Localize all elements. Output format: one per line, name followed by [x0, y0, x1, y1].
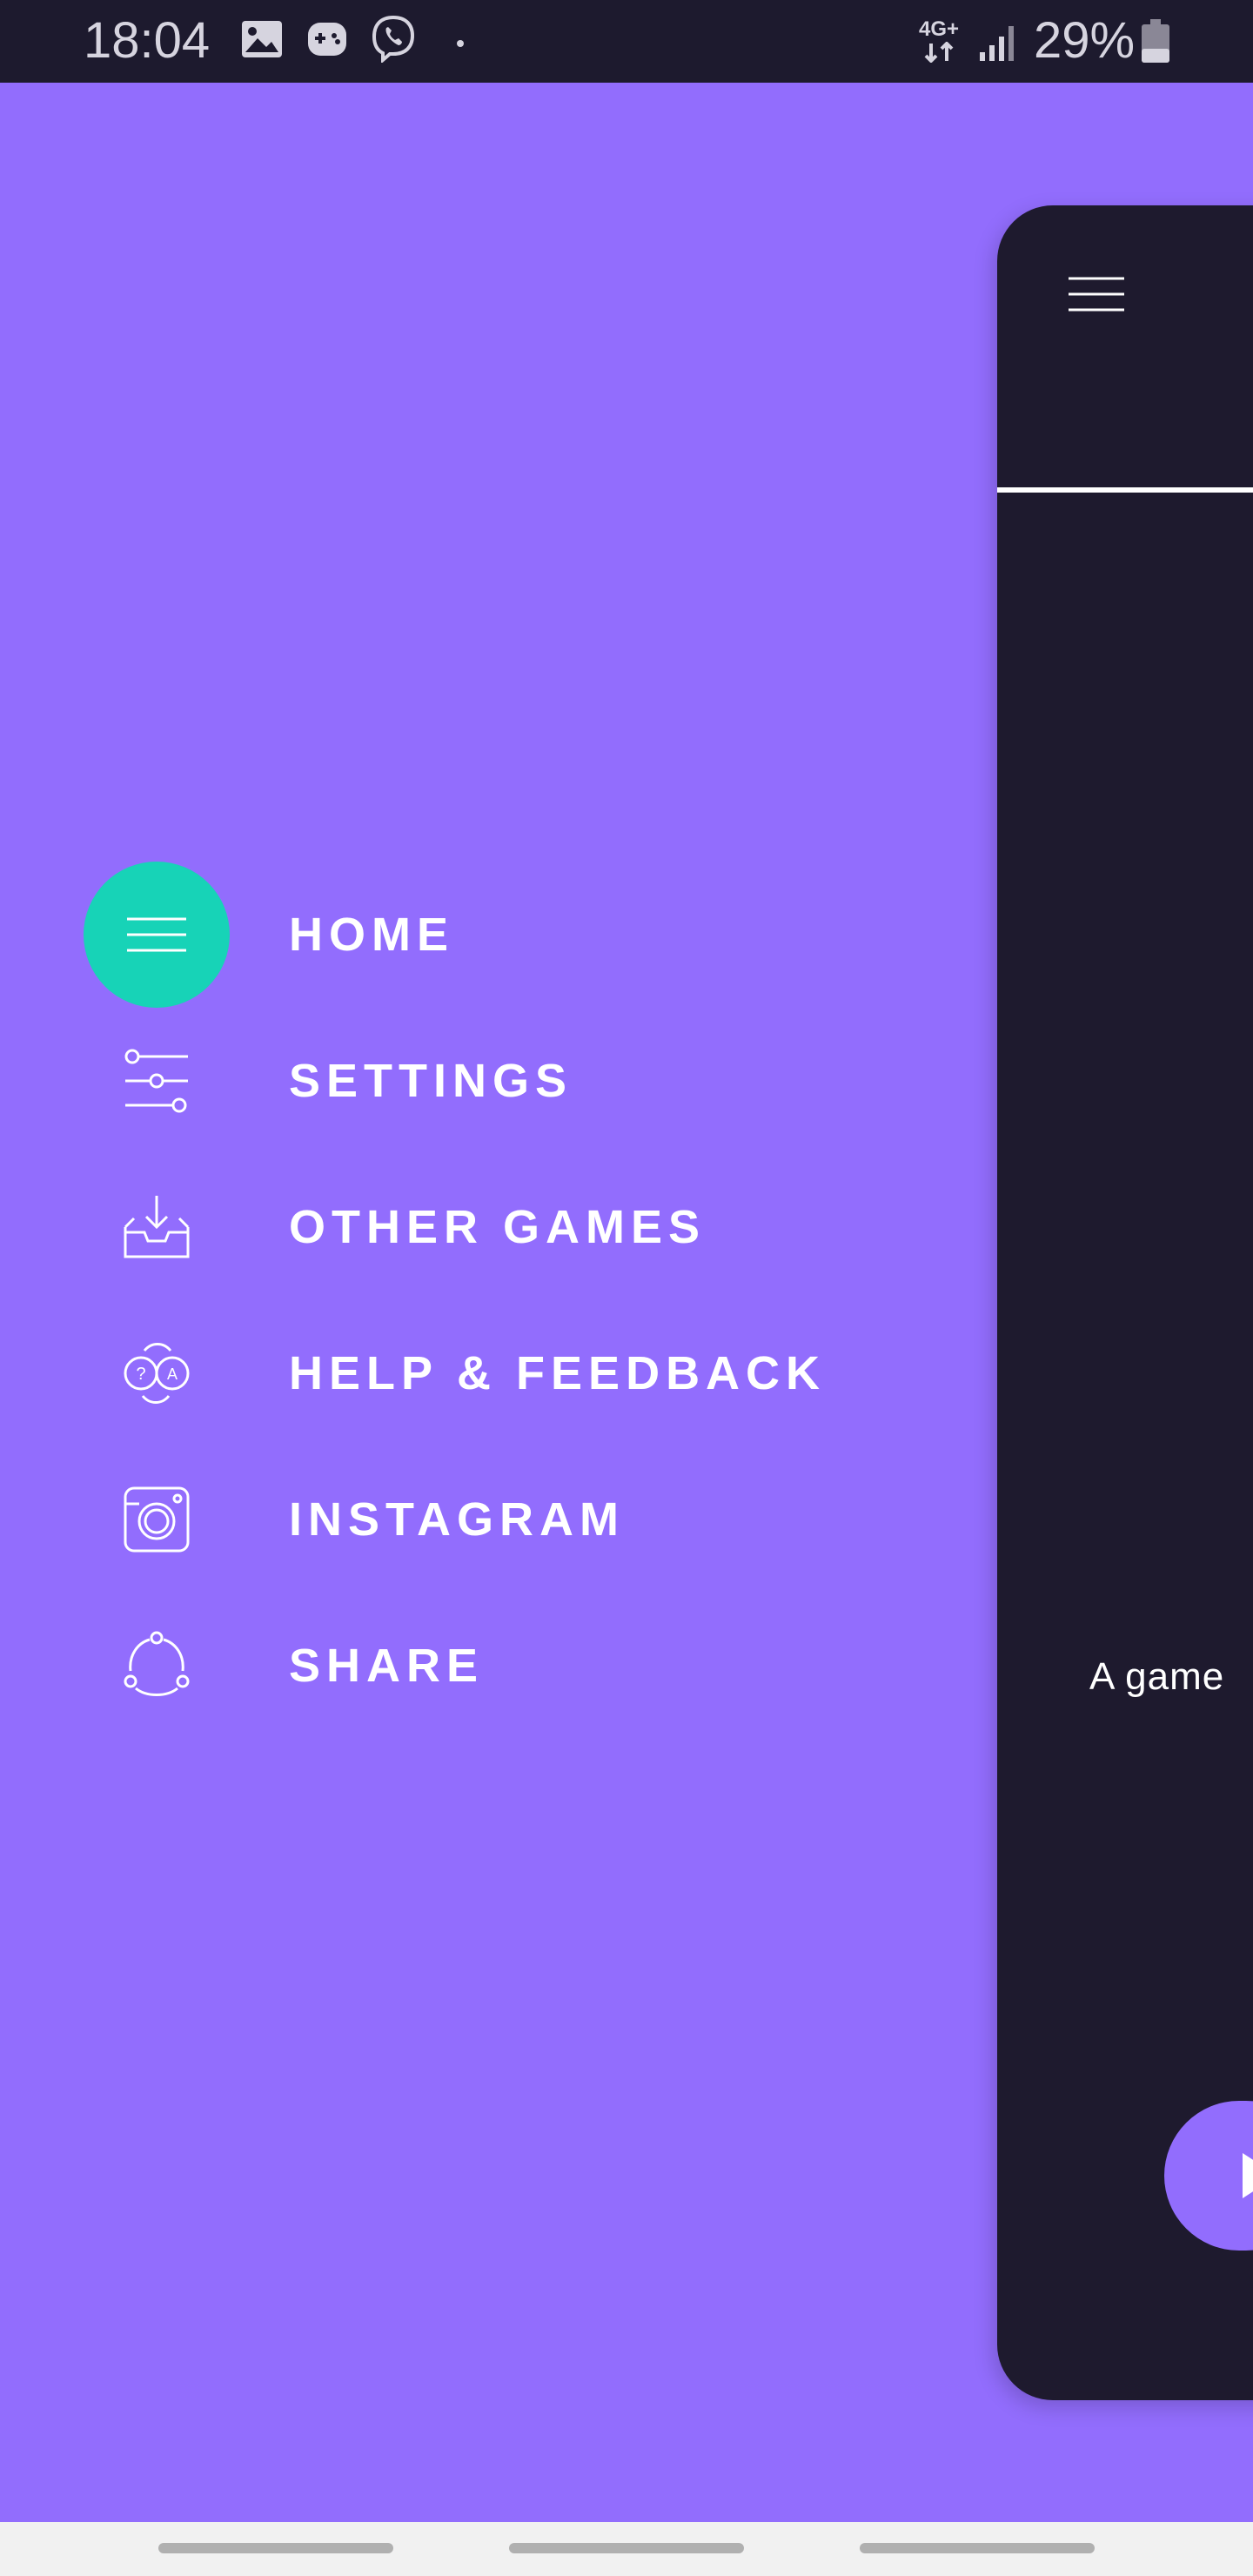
- menu-item-label: SETTINGS: [289, 1055, 573, 1107]
- navigation-bar: [0, 2522, 1253, 2576]
- instagram-icon: [84, 1446, 230, 1593]
- menu-item-settings[interactable]: SETTINGS: [84, 1008, 867, 1154]
- menu-item-help-feedback[interactable]: ? A HELP & FEEDBACK: [84, 1300, 867, 1446]
- menu-item-label: HOME: [289, 909, 454, 961]
- menu-item-share[interactable]: SHARE: [84, 1593, 867, 1739]
- signal-icon: [978, 23, 1016, 67]
- menu-item-home[interactable]: HOME: [84, 862, 867, 1008]
- header-divider: [997, 487, 1253, 493]
- inbox-download-icon: [84, 1154, 230, 1300]
- nav-recents-button[interactable]: [158, 2543, 393, 2553]
- nav-home-button[interactable]: [509, 2543, 744, 2553]
- status-bar: 18:04 4G+ 29%: [0, 0, 1253, 83]
- menu-item-label: OTHER GAMES: [289, 1201, 707, 1253]
- menu-item-label: SHARE: [289, 1640, 485, 1692]
- viber-icon: [369, 14, 418, 67]
- status-time: 18:04: [84, 12, 211, 69]
- data-arrows-icon: [924, 41, 955, 67]
- share-icon: [84, 1593, 230, 1739]
- hamburger-icon: [84, 862, 230, 1008]
- nav-back-button[interactable]: [860, 2543, 1095, 2553]
- menu-item-label: HELP & FEEDBACK: [289, 1347, 827, 1399]
- menu-item-instagram[interactable]: INSTAGRAM: [84, 1446, 867, 1593]
- game-controller-icon: [306, 19, 348, 64]
- dot-icon: [456, 37, 465, 52]
- menu-item-other-games[interactable]: OTHER GAMES: [84, 1154, 867, 1300]
- battery-percent: 29%: [1034, 12, 1136, 69]
- sliders-icon: [84, 1008, 230, 1154]
- battery-icon: [1140, 19, 1171, 69]
- hamburger-icon[interactable]: [1067, 275, 1126, 318]
- app-card[interactable]: A game: [997, 205, 1253, 2400]
- svg-text:A: A: [167, 1365, 178, 1383]
- network-type: 4G+: [919, 17, 960, 41]
- tagline-text: A game: [1089, 1655, 1225, 1698]
- play-button[interactable]: [1164, 2101, 1253, 2251]
- gallery-icon: [240, 19, 284, 64]
- svg-text:?: ?: [136, 1365, 145, 1384]
- play-icon: [1243, 2153, 1253, 2198]
- help-translate-icon: ? A: [84, 1300, 230, 1446]
- menu-item-label: INSTAGRAM: [289, 1493, 625, 1546]
